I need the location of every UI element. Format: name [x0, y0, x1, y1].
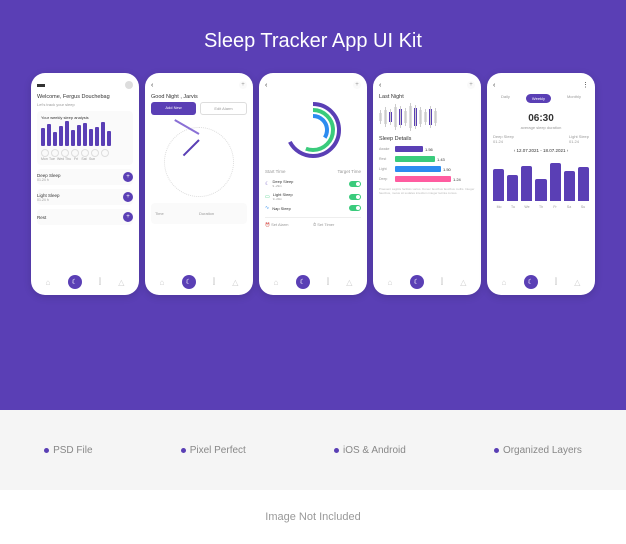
- menu-icon[interactable]: [37, 84, 45, 87]
- sleep-ring-chart: [283, 100, 343, 160]
- add-new-button[interactable]: Add New: [151, 102, 196, 115]
- deep-toggle-row: ☾ Deep Sleep9.-29m: [265, 177, 361, 190]
- nav-user-icon[interactable]: △: [346, 278, 352, 287]
- day-labels: MoTuWeThFrSaSu: [493, 205, 589, 209]
- bottom-nav: ⌂ ☾ ⫿ △: [265, 275, 361, 289]
- welcome-sub: Let's track your sleep: [37, 102, 133, 107]
- moon-icon: ☾: [265, 181, 269, 187]
- back-icon[interactable]: ‹: [151, 82, 153, 89]
- date-range: ‹ 12.07.2021 - 18.07.2021 ›: [493, 148, 589, 153]
- toggle-switch[interactable]: [349, 194, 361, 200]
- nav-home-icon[interactable]: ⌂: [274, 278, 279, 287]
- plus-icon[interactable]: +: [239, 81, 247, 89]
- avg-label: average sleep duration: [493, 125, 589, 130]
- screen-stats: ‹ ⋮ Daily Weekly Monthly 06:30 average s…: [487, 73, 595, 295]
- nav-user-icon[interactable]: △: [118, 278, 124, 287]
- features-row: PSD File Pixel Perfect iOS & Android Org…: [0, 410, 626, 490]
- period-tabs: Daily Weekly Monthly: [493, 94, 589, 103]
- nav-stats-icon[interactable]: ⫿: [99, 277, 102, 287]
- weekly-bar-chart: [41, 120, 129, 146]
- feature-item: PSD File: [44, 445, 92, 456]
- nav-stats-icon[interactable]: ⫿: [327, 277, 330, 287]
- plus-icon[interactable]: +: [353, 81, 361, 89]
- light-sleep-row[interactable]: Light Sleep01.24 h +: [37, 189, 133, 205]
- light-bar: [395, 166, 441, 172]
- set-alarm-button[interactable]: ⏰ Set Alarm: [265, 222, 313, 227]
- bed-icon: ▭: [265, 194, 270, 200]
- weekly-duration-chart: [493, 161, 589, 201]
- nav-home-icon[interactable]: ⌂: [160, 278, 165, 287]
- nav-home-icon[interactable]: ⌂: [502, 278, 507, 287]
- day-circles: [41, 149, 129, 157]
- back-icon[interactable]: ‹: [265, 82, 267, 89]
- nav-home-icon[interactable]: ⌂: [388, 278, 393, 287]
- nav-moon-icon[interactable]: ☾: [182, 275, 196, 289]
- nav-stats-icon[interactable]: ⫿: [555, 277, 558, 287]
- phone-row: Welcome, Fergus Douchebag Let's track yo…: [20, 73, 606, 295]
- nav-user-icon[interactable]: △: [232, 278, 238, 287]
- nav-user-icon[interactable]: △: [574, 278, 580, 287]
- add-icon[interactable]: +: [123, 172, 133, 182]
- last-night-title: Last Night: [379, 94, 475, 100]
- tab-daily[interactable]: Daily: [501, 94, 510, 103]
- nav-stats-icon[interactable]: ⫿: [441, 277, 444, 287]
- feature-item: iOS & Android: [334, 445, 406, 456]
- analog-clock[interactable]: [164, 127, 234, 197]
- nav-home-icon[interactable]: ⌂: [46, 278, 51, 287]
- feature-item: Organized Layers: [494, 445, 582, 456]
- bottom-nav: ⌂ ☾ ⫿ △: [151, 275, 247, 289]
- bottom-nav: ⌂ ☾ ⫿ △: [37, 275, 133, 289]
- kit-title: Sleep Tracker App UI Kit: [20, 30, 606, 53]
- add-icon[interactable]: +: [123, 192, 133, 202]
- back-icon[interactable]: ‹: [493, 82, 495, 89]
- screen-dashboard: Welcome, Fergus Douchebag Let's track yo…: [31, 73, 139, 295]
- welcome-text: Welcome, Fergus Douchebag: [37, 94, 133, 100]
- nav-moon-icon[interactable]: ☾: [68, 275, 82, 289]
- light-toggle-row: ▭ Light Sleep9.-29m: [265, 190, 361, 203]
- rest-bar: [395, 156, 435, 162]
- tab-weekly[interactable]: Weekly: [526, 94, 551, 103]
- wave-icon: ∿: [265, 205, 269, 211]
- more-icon[interactable]: ⋮: [582, 81, 589, 89]
- hero-section: Sleep Tracker App UI Kit Welcome, Fergus…: [0, 0, 626, 410]
- details-title: Sleep Details: [379, 136, 475, 142]
- footer-note: Image Not Included: [0, 490, 626, 544]
- add-icon[interactable]: +: [123, 212, 133, 222]
- analysis-card: Your weekly sleep analysis MonTueWedThuF…: [37, 111, 133, 165]
- plus-icon[interactable]: +: [467, 81, 475, 89]
- deep-bar: [395, 176, 451, 182]
- candle-chart: [379, 102, 475, 132]
- lorem-text: Praesent sagittis facilisis varius. Done…: [379, 187, 475, 195]
- bottom-nav: ⌂ ☾ ⫿ △: [379, 275, 475, 289]
- avatar[interactable]: [125, 81, 133, 89]
- edit-alarm-button[interactable]: Edit Alarm: [200, 102, 247, 115]
- awake-bar: [395, 146, 423, 152]
- back-icon[interactable]: ‹: [379, 82, 381, 89]
- screen-ring: ‹ + Start TimeTarget Time ☾ Deep Sleep9.…: [259, 73, 367, 295]
- rest-row[interactable]: Rest +: [37, 209, 133, 225]
- screen-details: ‹ + Last Night Sleep Details Awake1.56 R…: [373, 73, 481, 295]
- deep-sleep-row[interactable]: Deep Sleep01.24 h +: [37, 169, 133, 185]
- nav-user-icon[interactable]: △: [460, 278, 466, 287]
- nav-moon-icon[interactable]: ☾: [410, 275, 424, 289]
- greeting: Good Night , Jarvis: [151, 94, 247, 100]
- nav-moon-icon[interactable]: ☾: [296, 275, 310, 289]
- time-duration-card: TimeDuration: [151, 203, 247, 224]
- day-labels: MonTueWedThuFriSatSun: [41, 157, 129, 161]
- feature-item: Pixel Perfect: [181, 445, 246, 456]
- nap-toggle-row: ∿ Nap Sleep: [265, 203, 361, 213]
- avg-time: 06:30: [493, 113, 589, 124]
- toggle-switch[interactable]: [349, 181, 361, 187]
- toggle-switch[interactable]: [349, 205, 361, 211]
- nav-moon-icon[interactable]: ☾: [524, 275, 538, 289]
- set-timer-button[interactable]: ⏱ Set Timer: [313, 222, 361, 227]
- bottom-nav: ⌂ ☾ ⫿ △: [493, 275, 589, 289]
- tab-monthly[interactable]: Monthly: [567, 94, 581, 103]
- nav-stats-icon[interactable]: ⫿: [213, 277, 216, 287]
- screen-clock: ‹ + Good Night , Jarvis Add New Edit Ala…: [145, 73, 253, 295]
